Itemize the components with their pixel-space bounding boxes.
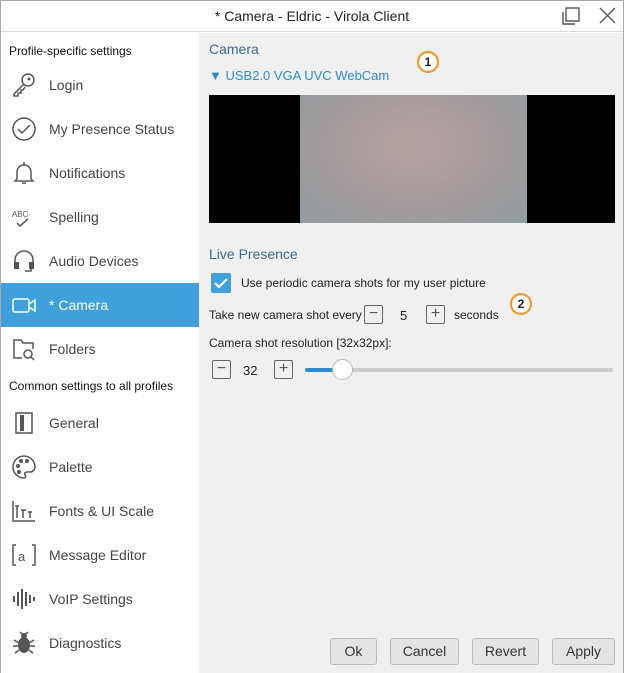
sidebar-item-login[interactable]: Login — [1, 63, 199, 107]
periodic-shots-label: Use periodic camera shots for my user pi… — [241, 276, 486, 290]
sidebar-item-label: Spelling — [49, 209, 99, 225]
interval-increment-button[interactable]: + — [426, 305, 445, 324]
sidebar-item-label: My Presence Status — [49, 121, 175, 137]
fonts-icon — [12, 501, 35, 522]
sidebar-item-label: Audio Devices — [49, 253, 139, 269]
sidebar-item-label: Fonts & UI Scale — [49, 503, 155, 519]
live-presence-heading: Live Presence — [209, 246, 298, 262]
sidebar-item-folders[interactable]: Folders — [1, 327, 199, 371]
sidebar-item-label: General — [49, 415, 99, 431]
general-icon — [15, 412, 33, 434]
callout-badge-1: 1 — [417, 51, 439, 73]
headset-icon — [14, 250, 34, 272]
title-bar: * Camera - Eldric - Virola Client — [1, 1, 623, 32]
callout-badge-2: 2 — [510, 293, 532, 315]
camera-icon — [12, 298, 36, 313]
sidebar-item-general[interactable]: General — [1, 401, 199, 445]
sidebar-item-label: * Camera — [49, 297, 109, 313]
folder-search-icon — [13, 339, 35, 361]
sidebar-item-camera[interactable]: * Camera — [1, 283, 199, 327]
camera-settings-panel: Camera ▼ USB2.0 VGA UVC WebCam 1 Live Pr… — [199, 33, 623, 673]
interval-decrement-button[interactable]: − — [364, 305, 383, 324]
maximize-icon — [562, 7, 580, 25]
resolution-value: 32 — [243, 363, 258, 378]
sidebar-item-spelling[interactable]: ABC Spelling — [1, 195, 199, 239]
resolution-decrement-button[interactable]: − — [212, 360, 231, 379]
sidebar-item-palette[interactable]: Palette — [1, 445, 199, 489]
camera-heading: Camera — [209, 41, 259, 57]
close-icon — [599, 7, 616, 24]
spelling-icon: ABC — [12, 210, 29, 228]
checkmark-icon — [214, 278, 228, 289]
sidebar-item-label: Login — [49, 77, 84, 93]
sidebar-item-notifications[interactable]: Notifications — [1, 151, 199, 195]
window-title: * Camera - Eldric - Virola Client — [214, 8, 410, 24]
sidebar-item-label: Diagnostics — [49, 635, 122, 651]
voip-icon — [13, 589, 35, 609]
camera-feed — [300, 95, 527, 223]
sidebar-item-label: VoIP Settings — [49, 591, 133, 607]
periodic-shots-checkbox[interactable] — [211, 273, 231, 293]
revert-button[interactable]: Revert — [472, 638, 539, 665]
apply-button[interactable]: Apply — [552, 638, 615, 665]
slider-thumb[interactable] — [331, 359, 353, 380]
svg-text:ABC: ABC — [12, 210, 29, 219]
interval-label: Take new camera shot every — [209, 308, 362, 322]
settings-window: * Camera - Eldric - Virola Client Profil… — [0, 0, 624, 673]
sidebar-item-message-editor[interactable]: a Message Editor — [1, 533, 199, 577]
resolution-label: Camera shot resolution [32x32px]: — [209, 336, 392, 350]
key-icon — [13, 73, 35, 97]
bell-icon — [13, 162, 35, 184]
check-circle-icon — [12, 117, 36, 141]
sidebar-item-fonts-ui-scale[interactable]: Fonts & UI Scale — [1, 489, 199, 533]
sidebar: Profile-specific settings Login My Presen… — [1, 33, 199, 673]
cancel-button[interactable]: Cancel — [390, 638, 459, 665]
sidebar-item-label: Palette — [49, 459, 93, 475]
camera-device-selector[interactable]: ▼ USB2.0 VGA UVC WebCam — [209, 68, 389, 83]
sidebar-item-audio-devices[interactable]: Audio Devices — [1, 239, 199, 283]
resolution-slider[interactable] — [305, 359, 613, 380]
interval-value: 5 — [400, 308, 408, 323]
sidebar-item-label: Folders — [49, 341, 96, 357]
bug-icon — [13, 631, 35, 654]
sidebar-item-voip-settings[interactable]: VoIP Settings — [1, 577, 199, 621]
resolution-increment-button[interactable]: + — [274, 360, 293, 379]
maximize-button[interactable] — [559, 5, 583, 27]
sidebar-item-label: Message Editor — [49, 547, 147, 563]
svg-text:a: a — [18, 549, 26, 564]
sidebar-item-diagnostics[interactable]: Diagnostics — [1, 621, 199, 665]
sidebar-item-label: Notifications — [49, 165, 126, 181]
palette-icon — [12, 455, 36, 479]
message-editor-icon: a — [12, 544, 36, 566]
close-button[interactable] — [595, 5, 619, 27]
camera-preview — [209, 95, 615, 223]
section-profile-specific: Profile-specific settings — [9, 44, 132, 58]
section-common: Common settings to all profiles — [9, 379, 174, 393]
sidebar-item-my-presence-status[interactable]: My Presence Status — [1, 107, 199, 151]
interval-unit: seconds — [454, 308, 499, 322]
ok-button[interactable]: Ok — [330, 638, 377, 665]
